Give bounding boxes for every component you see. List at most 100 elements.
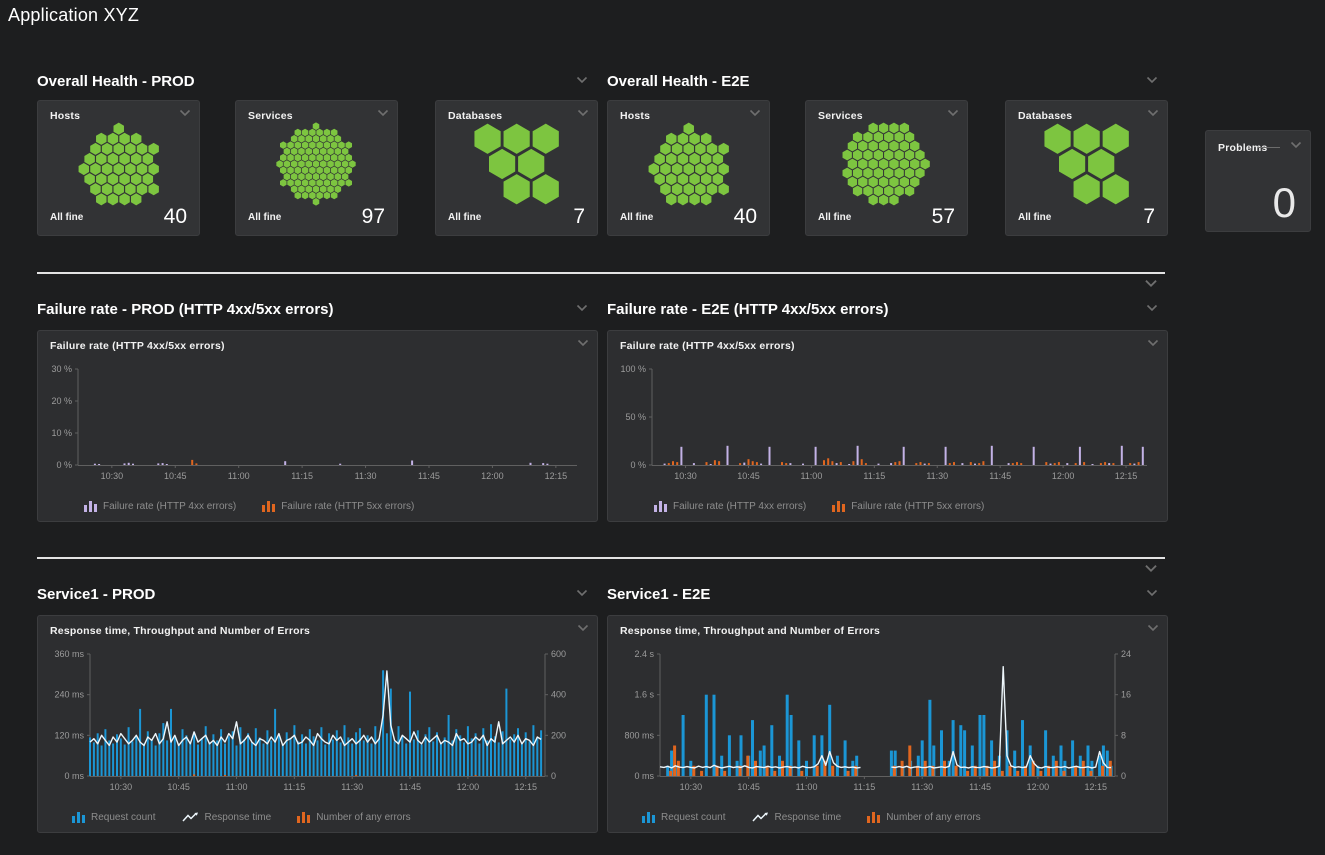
svg-text:10 %: 10 % [51, 428, 72, 438]
svg-text:12:00: 12:00 [457, 782, 480, 792]
chevron-down-icon[interactable] [577, 339, 589, 347]
svg-text:12:15: 12:15 [514, 782, 537, 792]
chevron-down-icon[interactable] [577, 624, 589, 632]
chart-legend: Request count Response time Number of any … [642, 811, 981, 823]
chevron-down-icon[interactable] [576, 76, 588, 84]
svg-text:200: 200 [551, 730, 566, 740]
status-text: All fine [50, 212, 83, 223]
chart-legend: Request count Response time Number of any … [72, 811, 411, 823]
chevron-down-icon[interactable] [576, 304, 588, 312]
legend-label: Request count [661, 812, 726, 823]
svg-text:30 %: 30 % [51, 364, 72, 374]
svg-text:12:00: 12:00 [1052, 471, 1075, 481]
section-title: Failure rate - E2E (HTTP 4xx/5xx errors) [607, 301, 889, 318]
health-tile-hosts-e2e[interactable]: Hosts All fine 40 [607, 100, 770, 236]
svg-text:400: 400 [551, 690, 566, 700]
failure-rate-chart-e2e: 0 %50 %100 %10:3010:4511:0011:1511:3011:… [620, 361, 1155, 485]
chart-title: Failure rate (HTTP 4xx/5xx errors) [50, 340, 225, 352]
chevron-down-icon[interactable] [1144, 279, 1158, 288]
svg-text:11:45: 11:45 [399, 782, 421, 792]
legend-item[interactable]: Response time [182, 812, 272, 823]
legend-label: Request count [91, 812, 156, 823]
chevron-down-icon[interactable] [1147, 109, 1159, 117]
entity-count: 57 [932, 205, 955, 229]
honeycomb-chart [236, 123, 397, 205]
chevron-down-icon[interactable] [1146, 589, 1158, 597]
chevron-down-icon[interactable] [1290, 141, 1302, 149]
honeycomb-chart [38, 123, 199, 205]
legend-item[interactable]: Failure rate (HTTP 5xx errors) [262, 500, 414, 512]
svg-text:360 ms: 360 ms [54, 649, 84, 659]
svg-text:11:15: 11:15 [863, 471, 885, 481]
svg-text:10:45: 10:45 [737, 471, 760, 481]
health-tile-services-e2e[interactable]: Services All fine 57 [805, 100, 968, 236]
bar-series-icon [642, 811, 655, 823]
legend-item[interactable]: Failure rate (HTTP 4xx errors) [84, 500, 236, 512]
service-metrics-chart-e2e: 0 ms800 ms1.6 s2.4 s08162410:3010:4511:0… [620, 646, 1155, 796]
legend-item[interactable]: Number of any errors [867, 811, 980, 823]
chevron-down-icon[interactable] [1147, 624, 1159, 632]
svg-text:24: 24 [1121, 649, 1131, 659]
svg-text:0 %: 0 % [56, 460, 72, 470]
chevron-down-icon[interactable] [1147, 339, 1159, 347]
svg-text:11:45: 11:45 [989, 471, 1011, 481]
svg-text:16: 16 [1121, 690, 1131, 700]
section-header-overall-health-prod: Overall Health - PROD [37, 73, 598, 93]
svg-text:10:30: 10:30 [110, 782, 133, 792]
legend-item[interactable]: Request count [72, 811, 156, 823]
health-tile-databases-e2e[interactable]: Databases All fine 7 [1005, 100, 1168, 236]
svg-text:0: 0 [1121, 771, 1126, 781]
chevron-down-icon[interactable] [1144, 564, 1158, 573]
svg-text:11:00: 11:00 [796, 782, 818, 792]
line-series-icon [182, 812, 199, 823]
svg-text:2.4 s: 2.4 s [634, 649, 654, 659]
chart-tile-service1-e2e[interactable]: Response time, Throughput and Number of … [607, 615, 1168, 833]
chart-tile-failure-prod[interactable]: Failure rate (HTTP 4xx/5xx errors) 0 % 10… [37, 330, 598, 522]
legend-item[interactable]: Response time [752, 812, 842, 823]
svg-text:0 ms: 0 ms [634, 771, 654, 781]
svg-text:11:15: 11:15 [853, 782, 875, 792]
health-tile-databases-prod[interactable]: Databases All fine 7 [435, 100, 598, 236]
svg-text:50 %: 50 % [625, 412, 646, 422]
legend-item[interactable]: Request count [642, 811, 726, 823]
chevron-down-icon[interactable] [577, 109, 589, 117]
mini-trend-line [1258, 147, 1280, 148]
health-tile-hosts-prod[interactable]: Hosts All fine 40 [37, 100, 200, 236]
bar-series-icon [832, 500, 845, 512]
svg-text:0: 0 [551, 771, 556, 781]
svg-text:12:15: 12:15 [1084, 782, 1107, 792]
legend-item[interactable]: Failure rate (HTTP 5xx errors) [832, 500, 984, 512]
chevron-down-icon[interactable] [576, 589, 588, 597]
chart-tile-service1-prod[interactable]: Response time, Throughput and Number of … [37, 615, 598, 833]
svg-text:12:00: 12:00 [1027, 782, 1050, 792]
svg-text:11:00: 11:00 [800, 471, 822, 481]
chart-legend: Failure rate (HTTP 4xx errors) Failure ra… [84, 500, 414, 512]
svg-text:1.6 s: 1.6 s [634, 690, 654, 700]
honeycomb-chart [1006, 123, 1167, 205]
entity-count: 40 [734, 205, 757, 229]
chart-tile-failure-e2e[interactable]: Failure rate (HTTP 4xx/5xx errors) 0 %50… [607, 330, 1168, 522]
chevron-down-icon[interactable] [1146, 76, 1158, 84]
svg-text:11:30: 11:30 [926, 471, 948, 481]
chart-title: Response time, Throughput and Number of … [50, 625, 310, 637]
problems-tile[interactable]: Problems 0 [1205, 130, 1311, 232]
chevron-down-icon[interactable] [749, 109, 761, 117]
svg-text:11:45: 11:45 [418, 471, 440, 481]
section-header-service1-prod: Service1 - PROD [37, 586, 598, 606]
health-tile-services-prod[interactable]: Services All fine 97 [235, 100, 398, 236]
chevron-down-icon[interactable] [377, 109, 389, 117]
status-text: All fine [818, 212, 851, 223]
chart-legend: Failure rate (HTTP 4xx errors) Failure ra… [654, 500, 984, 512]
chevron-down-icon[interactable] [947, 109, 959, 117]
section-divider [37, 557, 1165, 559]
svg-text:11:30: 11:30 [341, 782, 363, 792]
chevron-down-icon[interactable] [1146, 304, 1158, 312]
bar-series-icon [262, 500, 275, 512]
legend-item[interactable]: Failure rate (HTTP 4xx errors) [654, 500, 806, 512]
legend-label: Failure rate (HTTP 4xx errors) [673, 501, 806, 512]
legend-item[interactable]: Number of any errors [297, 811, 410, 823]
legend-label: Number of any errors [316, 812, 410, 823]
dashboard-title: Application XYZ [8, 5, 139, 26]
chevron-down-icon[interactable] [179, 109, 191, 117]
section-title: Failure rate - PROD (HTTP 4xx/5xx errors… [37, 301, 334, 318]
